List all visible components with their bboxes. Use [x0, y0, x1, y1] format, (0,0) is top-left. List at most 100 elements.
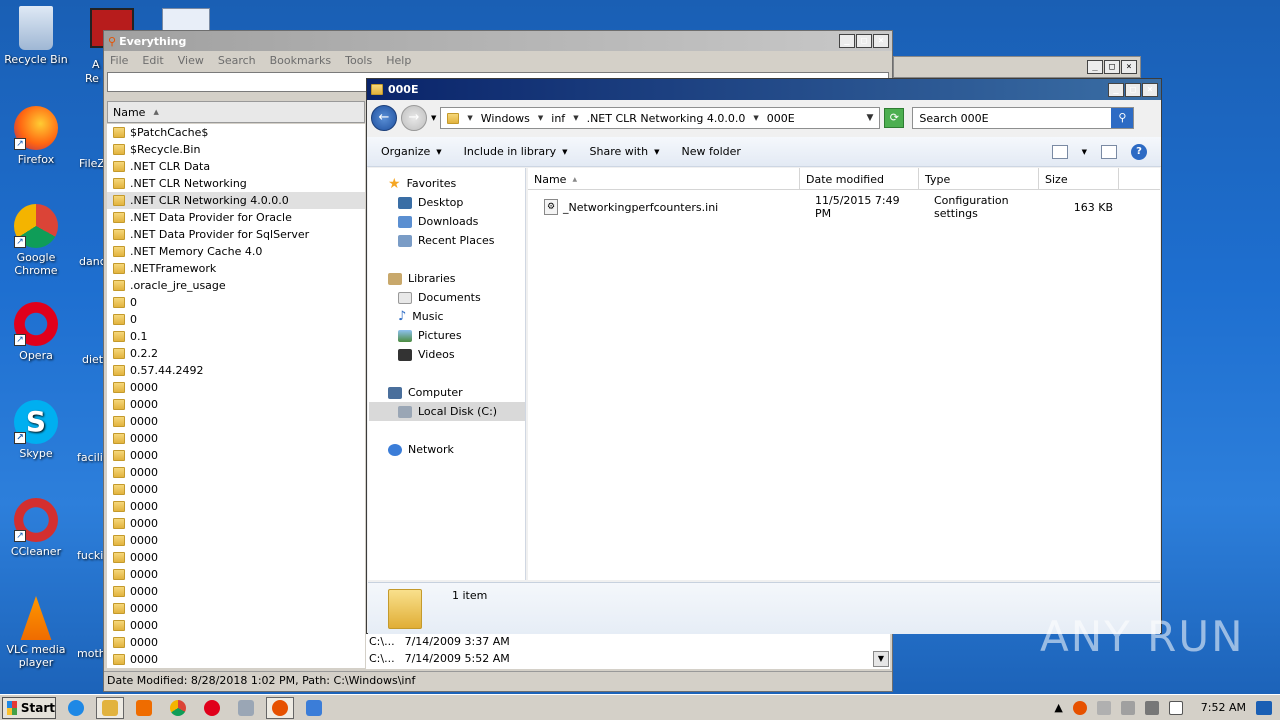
- list-item[interactable]: 0000: [107, 430, 365, 447]
- nav-libraries[interactable]: Libraries: [388, 269, 456, 288]
- search-icon[interactable]: ⚲: [1111, 108, 1134, 128]
- list-item[interactable]: 0000: [107, 379, 365, 396]
- show-desktop-icon[interactable]: [1256, 700, 1272, 715]
- nav-music[interactable]: ♪ Music: [398, 307, 444, 326]
- column-header-size[interactable]: Size: [1039, 168, 1119, 190]
- list-item[interactable]: 0000: [107, 549, 365, 566]
- explorer-titlebar[interactable]: 000E _ □ ×: [367, 79, 1161, 100]
- nav-downloads[interactable]: Downloads: [398, 212, 478, 231]
- explorer-window[interactable]: 000E _ □ × ← → ▼ ▼ Windows ▼ inf ▼ .NET …: [366, 78, 1162, 634]
- taskbar-ie[interactable]: [62, 697, 90, 719]
- nav-local-disk[interactable]: Local Disk (C:): [369, 402, 525, 421]
- maximize-button[interactable]: □: [1125, 82, 1141, 97]
- menu-edit[interactable]: Edit: [142, 54, 163, 67]
- list-item[interactable]: .NET Data Provider for SqlServer: [107, 226, 365, 243]
- list-item[interactable]: .NET Memory Cache 4.0: [107, 243, 365, 260]
- menu-help[interactable]: Help: [386, 54, 411, 67]
- list-item[interactable]: 0000: [107, 515, 365, 532]
- table-row[interactable]: ⚙ _Networkingperfcounters.ini 11/5/2015 …: [528, 194, 1160, 220]
- breadcrumb-item[interactable]: 000E: [767, 112, 795, 125]
- list-item[interactable]: 0000: [107, 583, 365, 600]
- list-item[interactable]: .NET CLR Networking: [107, 175, 365, 192]
- nav-recent-places[interactable]: Recent Places: [398, 231, 495, 250]
- network-tray-icon[interactable]: [1144, 700, 1159, 715]
- desktop-icon-chrome[interactable]: ↗ Google Chrome: [0, 204, 72, 277]
- tray-expand-icon[interactable]: ▲: [1054, 701, 1062, 714]
- menu-bookmarks[interactable]: Bookmarks: [270, 54, 331, 67]
- taskbar-network-app[interactable]: [300, 697, 328, 719]
- menu-tools[interactable]: Tools: [345, 54, 372, 67]
- organize-button[interactable]: Organize ▼: [381, 145, 442, 158]
- list-item[interactable]: 0: [107, 311, 365, 328]
- list-item[interactable]: .NETFramework: [107, 260, 365, 277]
- list-item[interactable]: 0000: [107, 651, 365, 668]
- taskbar-chrome[interactable]: [164, 697, 192, 719]
- flag-tray-icon[interactable]: [1168, 700, 1183, 715]
- close-button[interactable]: ×: [873, 34, 889, 48]
- minimize-button[interactable]: _: [1087, 60, 1103, 74]
- close-button[interactable]: ×: [1142, 82, 1158, 97]
- include-in-library-button[interactable]: Include in library ▼: [464, 145, 568, 158]
- nav-documents[interactable]: Documents: [398, 288, 481, 307]
- list-item[interactable]: 0000: [107, 566, 365, 583]
- tray-icon[interactable]: [1120, 700, 1135, 715]
- chevron-down-icon[interactable]: ▼: [1082, 148, 1087, 156]
- table-row[interactable]: C:\... 7/14/2009 3:37 AM: [366, 633, 890, 650]
- list-item[interactable]: $Recycle.Bin: [107, 141, 365, 158]
- taskbar-app[interactable]: [232, 697, 260, 719]
- nav-network[interactable]: Network: [388, 440, 454, 459]
- list-item[interactable]: 0.1: [107, 328, 365, 345]
- menu-file[interactable]: File: [110, 54, 128, 67]
- maximize-button[interactable]: □: [856, 34, 872, 48]
- taskbar-everything[interactable]: [266, 696, 294, 719]
- list-item[interactable]: .NET CLR Data: [107, 158, 365, 175]
- list-item[interactable]: 0000: [107, 634, 365, 651]
- list-item[interactable]: 0000: [107, 617, 365, 634]
- list-item[interactable]: 0000: [107, 481, 365, 498]
- nav-videos[interactable]: Videos: [398, 345, 455, 364]
- background-window[interactable]: _ □ ×: [893, 56, 1141, 78]
- menu-search[interactable]: Search: [218, 54, 256, 67]
- nav-pictures[interactable]: Pictures: [398, 326, 462, 345]
- breadcrumb[interactable]: ▼ Windows ▼ inf ▼ .NET CLR Networking 4.…: [440, 107, 881, 129]
- forward-button[interactable]: →: [401, 105, 427, 131]
- list-item[interactable]: 0000: [107, 447, 365, 464]
- list-item[interactable]: 0000: [107, 532, 365, 549]
- column-header-type[interactable]: Type: [919, 168, 1039, 190]
- everything-tray-icon[interactable]: [1072, 700, 1087, 715]
- chevron-down-icon[interactable]: ▼: [753, 114, 758, 122]
- chevron-down-icon[interactable]: ▼: [573, 114, 578, 122]
- breadcrumb-item[interactable]: Windows: [481, 112, 530, 125]
- back-button[interactable]: ←: [371, 105, 397, 131]
- breadcrumb-item[interactable]: .NET CLR Networking 4.0.0.0: [587, 112, 746, 125]
- tray-icon[interactable]: [1096, 700, 1111, 715]
- desktop-icon-ccleaner[interactable]: ↗ CCleaner: [0, 498, 72, 558]
- taskbar-opera[interactable]: [198, 697, 226, 719]
- refresh-button[interactable]: ⟳: [884, 108, 905, 128]
- table-row[interactable]: C:\... 7/14/2009 5:52 AM: [366, 650, 890, 667]
- nav-desktop[interactable]: Desktop: [398, 193, 463, 212]
- minimize-button[interactable]: _: [839, 34, 855, 48]
- preview-pane-icon[interactable]: [1101, 144, 1117, 159]
- nav-computer[interactable]: Computer: [388, 383, 463, 402]
- view-options-icon[interactable]: [1051, 144, 1068, 159]
- minimize-button[interactable]: _: [1108, 82, 1124, 97]
- new-folder-button[interactable]: New folder: [681, 145, 740, 158]
- history-dropdown-icon[interactable]: ▼: [431, 114, 436, 122]
- desktop-icon-vlc[interactable]: VLC media player: [0, 596, 72, 669]
- everything-column-header-name[interactable]: Name ▲: [107, 101, 365, 123]
- list-item[interactable]: $PatchCache$: [107, 124, 365, 141]
- help-icon[interactable]: ?: [1131, 143, 1147, 160]
- column-header-date[interactable]: Date modified: [800, 168, 919, 190]
- nav-favorites[interactable]: ★ Favorites: [388, 174, 456, 193]
- maximize-button[interactable]: □: [1104, 60, 1120, 74]
- scroll-down-button[interactable]: ▼: [873, 651, 889, 667]
- list-item[interactable]: .NET CLR Networking 4.0.0.0: [107, 192, 365, 209]
- share-with-button[interactable]: Share with ▼: [590, 145, 660, 158]
- list-item[interactable]: .NET Data Provider for Oracle: [107, 209, 365, 226]
- chevron-down-icon[interactable]: ▼: [538, 114, 543, 122]
- desktop-icon-opera[interactable]: ↗ Opera: [0, 302, 72, 362]
- start-button[interactable]: Start: [2, 696, 56, 719]
- list-item[interactable]: 0000: [107, 600, 365, 617]
- list-item[interactable]: 0000: [107, 396, 365, 413]
